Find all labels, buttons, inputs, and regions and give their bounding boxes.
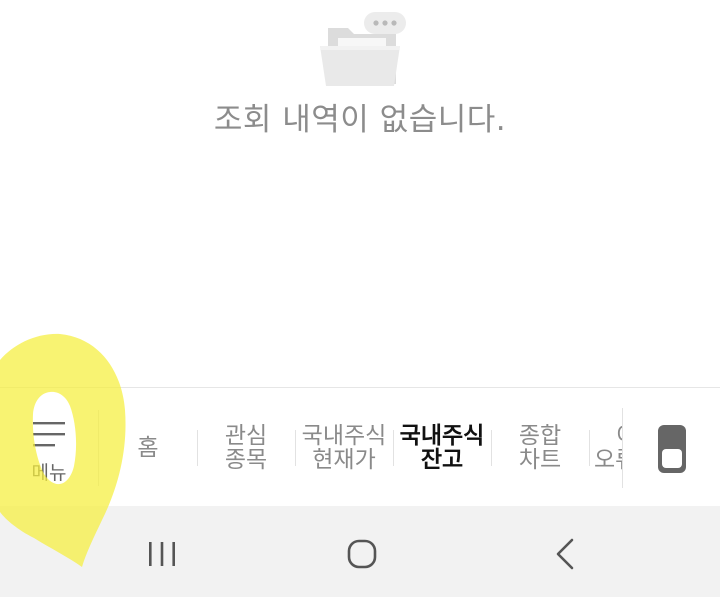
tab-label-line1: 관심 bbox=[224, 422, 268, 449]
tab-scroll-edge bbox=[622, 408, 623, 488]
tab-partial[interactable]: 이 오류 bbox=[590, 388, 622, 507]
tab-label-line2: 종목 bbox=[224, 446, 268, 473]
tab-label-line1: 종합 bbox=[518, 422, 562, 449]
tab-home[interactable]: 홈 bbox=[100, 388, 196, 507]
toggle-switch-icon[interactable] bbox=[657, 424, 687, 474]
tab-label-line1: 국내주식 bbox=[399, 422, 485, 449]
menu-label: 메뉴 bbox=[31, 462, 67, 484]
hamburger-icon bbox=[33, 422, 65, 447]
tab-watchlist[interactable]: 관심 종목 bbox=[198, 388, 294, 507]
tab-domestic-price[interactable]: 국내주식 현재가 bbox=[296, 388, 392, 507]
tab-label-line1: 국내주식 bbox=[301, 422, 387, 449]
back-chevron-icon[interactable] bbox=[546, 534, 586, 574]
tab-label-line2: 차트 bbox=[518, 446, 562, 473]
home-circle-icon[interactable] bbox=[342, 534, 382, 574]
menu-divider bbox=[98, 410, 99, 486]
bottom-tab-bar: 메뉴 홈 관심 종목 국내주식 현재가 국내주식 잔고 종합 차트 이 오 bbox=[0, 387, 720, 507]
empty-state: 조회 내역이 없습니다. bbox=[0, 0, 720, 140]
app-screen: 조회 내역이 없습니다. 메뉴 홈 관심 종목 국내주식 현재가 국내주식 잔고… bbox=[0, 0, 720, 597]
tab-label-line1: 홈 bbox=[137, 434, 159, 461]
tab-label-line2: 오류 bbox=[594, 446, 622, 473]
menu-button[interactable]: 메뉴 bbox=[0, 388, 98, 507]
tab-chart[interactable]: 종합 차트 bbox=[492, 388, 588, 507]
tab-label-line2: 잔고 bbox=[420, 446, 464, 473]
system-nav-bar bbox=[0, 506, 720, 597]
tab-domestic-balance[interactable]: 국내주식 잔고 bbox=[394, 388, 490, 507]
empty-folder-icon bbox=[320, 12, 406, 86]
empty-message: 조회 내역이 없습니다. bbox=[213, 102, 507, 138]
recent-apps-icon[interactable] bbox=[142, 534, 182, 574]
tab-label-line2: 현재가 bbox=[312, 446, 376, 473]
